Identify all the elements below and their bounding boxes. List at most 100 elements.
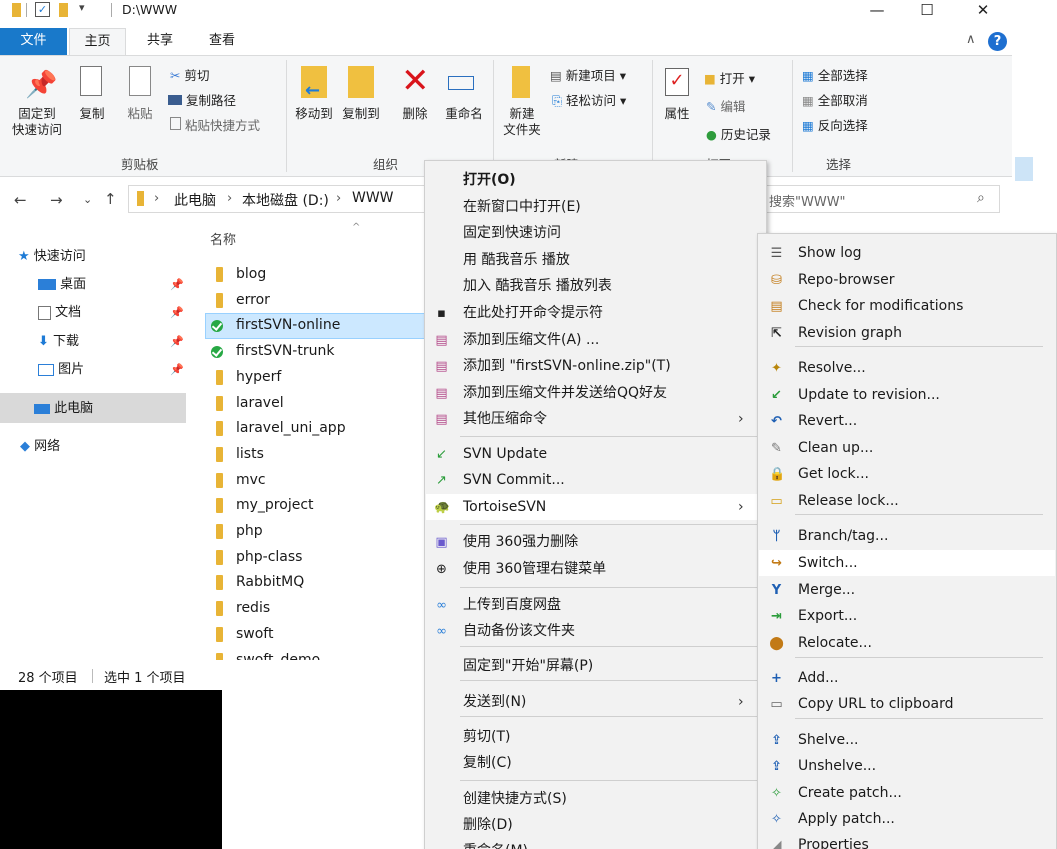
new-folder-icon[interactable] (59, 3, 68, 17)
svn-menu-item[interactable]: ✎ Clean up... (757, 435, 1057, 461)
maximize-button[interactable]: ☐ (904, 0, 950, 22)
checkbox-icon[interactable]: ✓ (35, 2, 50, 17)
minimize-button[interactable]: — (854, 0, 900, 22)
context-menu-item[interactable]: ↙ SVN Update (424, 441, 767, 467)
breadcrumb-this-pc[interactable]: 此电脑 (174, 190, 216, 210)
context-menu-item[interactable]: 创建快捷方式(S) (424, 786, 767, 812)
svn-menu-item[interactable]: + Add... (757, 665, 1057, 691)
context-menu-item[interactable]: 加入 酷我音乐 播放列表 (424, 273, 767, 299)
invert-selection-button[interactable]: ▦ 反向选择 (802, 115, 868, 134)
search-input[interactable]: 搜索"WWW" (769, 191, 846, 210)
open-button[interactable]: ■ 打开 ▾ (704, 68, 755, 87)
svn-menu-item[interactable]: ▭ Copy URL to clipboard (757, 691, 1057, 717)
rename-button[interactable]: 重命名 (440, 62, 488, 126)
file-row[interactable]: php (205, 519, 427, 545)
help-icon[interactable]: ? (988, 32, 1007, 51)
context-menu-item[interactable]: ▣ 使用 360强力删除 (424, 529, 767, 555)
sidebar-item-pictures[interactable]: 图片 📌 (38, 357, 186, 383)
file-row[interactable]: my_project (205, 493, 427, 519)
forward-arrow-icon[interactable]: → (50, 191, 63, 209)
pin-icon[interactable]: 📌 (170, 329, 184, 355)
sidebar-item-network[interactable]: ◆ 网络 (20, 434, 186, 460)
svn-menu-item[interactable]: ↪ Switch... (757, 550, 1057, 576)
context-menu-item[interactable]: 复制(C) (424, 750, 767, 776)
file-row[interactable]: laravel_uni_app (205, 416, 427, 442)
sidebar-item-this-pc[interactable]: 此电脑 (34, 396, 186, 422)
copy-to-button[interactable]: 复制到 (338, 62, 384, 126)
file-row[interactable]: swoft (205, 622, 427, 648)
sidebar-item-downloads[interactable]: ⬇ 下载 📌 (38, 329, 186, 355)
pin-icon[interactable]: 📌 (170, 272, 184, 298)
tab-home[interactable]: 主页 (69, 28, 126, 55)
properties-button[interactable]: ✓ 属性 (657, 62, 697, 126)
svn-menu-item[interactable]: ⇪ Unshelve... (757, 753, 1057, 779)
search-box[interactable]: 搜索"WWW" ⌕ (760, 185, 1000, 213)
svn-menu-item[interactable]: ↙ Update to revision... (757, 382, 1057, 408)
close-button[interactable]: ✕ (960, 0, 1006, 22)
context-menu-item[interactable]: 重命名(M) (424, 838, 767, 849)
context-menu-item[interactable]: 发送到(N) › (424, 689, 767, 715)
delete-button[interactable]: ✕ 删除 (396, 62, 434, 126)
move-to-button[interactable]: ← 移动到 (291, 62, 337, 126)
copy-path-button[interactable]: 复制路径 (168, 90, 236, 109)
collapse-ribbon-icon[interactable]: ∧ (966, 32, 976, 47)
column-header-name[interactable]: 名称 (210, 229, 236, 248)
svn-menu-item[interactable]: ✧ Create patch... (757, 780, 1057, 806)
sidebar-item-quick-access[interactable]: ★ 快速访问 (18, 244, 186, 270)
context-menu-item[interactable]: 固定到快速访问 (424, 220, 767, 246)
context-menu-item[interactable]: 🐢 TortoiseSVN › (424, 494, 767, 520)
svn-menu-item[interactable]: 🔒 Get lock... (757, 461, 1057, 487)
context-menu-item[interactable]: ▤ 添加到压缩文件(A) ... (424, 327, 767, 353)
svn-menu-item[interactable]: ✧ Apply patch... (757, 806, 1057, 832)
svn-menu-item[interactable]: ᛘ Branch/tag... (757, 523, 1057, 549)
svn-menu-item[interactable]: ✦ Resolve... (757, 355, 1057, 381)
context-menu-item[interactable]: ▤ 添加到压缩文件并发送给QQ好友 (424, 380, 767, 406)
paste-button[interactable]: 粘贴 (120, 66, 160, 126)
context-menu-item[interactable]: 删除(D) (424, 812, 767, 838)
svn-menu-item[interactable]: Y Merge... (757, 577, 1057, 603)
breadcrumb-www[interactable]: WWW (352, 190, 394, 206)
sidebar-item-documents[interactable]: 文档 📌 (38, 300, 186, 326)
context-menu-item[interactable]: 剪切(T) (424, 724, 767, 750)
easy-access-button[interactable]: ⎘ 轻松访问 ▾ (552, 90, 626, 109)
new-folder-button[interactable]: 新建 文件夹 (498, 62, 546, 142)
context-menu-item[interactable]: 打开(O) (424, 167, 767, 193)
svn-menu-item[interactable]: ⇱ Revision graph (757, 320, 1057, 346)
paste-shortcut-button[interactable]: 粘贴快捷方式 (170, 115, 260, 134)
tab-file[interactable]: 文件 (0, 28, 67, 55)
svn-menu-item[interactable]: ▭ Release lock... (757, 488, 1057, 514)
context-menu-item[interactable]: 固定到"开始"屏幕(P) (424, 653, 767, 679)
cut-button[interactable]: ✂ 剪切 (170, 65, 209, 84)
edit-button[interactable]: ✎ 编辑 (706, 96, 745, 115)
svn-menu-item[interactable]: ↶ Revert... (757, 408, 1057, 434)
new-item-button[interactable]: ▤ 新建项目 ▾ (550, 65, 626, 84)
context-menu-item[interactable]: ↗ SVN Commit... (424, 467, 767, 493)
context-menu-item[interactable]: ▤ 其他压缩命令 › (424, 406, 767, 432)
context-menu-item[interactable]: 在新窗口中打开(E) (424, 194, 767, 220)
address-bar[interactable]: › 此电脑 › 本地磁盘 (D:) › WWW (128, 185, 428, 213)
tab-share[interactable]: 共享 (133, 28, 187, 55)
pin-icon[interactable]: 📌 (170, 300, 184, 326)
pin-icon[interactable]: 📌 (170, 357, 184, 383)
svn-menu-item[interactable]: ▤ Check for modifications (757, 293, 1057, 319)
history-button[interactable]: ● 历史记录 (706, 124, 771, 143)
context-menu-item[interactable]: ⊕ 使用 360管理右键菜单 (424, 556, 767, 582)
recent-locations-icon[interactable]: ⌄ (83, 193, 92, 206)
file-row[interactable]: RabbitMQ (205, 570, 427, 596)
file-row[interactable]: redis (205, 596, 427, 622)
file-row[interactable]: mvc (205, 468, 427, 494)
tab-view[interactable]: 查看 (195, 28, 249, 55)
file-row[interactable]: firstSVN-online (205, 313, 427, 339)
context-menu-item[interactable]: ▪ 在此处打开命令提示符 (424, 300, 767, 326)
pin-quick-access-button[interactable]: 📌 固定到 快速访问 (8, 66, 66, 146)
svn-menu-item[interactable]: ⇪ Shelve... (757, 727, 1057, 753)
context-menu-item[interactable]: ∞ 自动备份该文件夹 (424, 618, 767, 644)
context-menu-item[interactable]: ▤ 添加到 "firstSVN-online.zip"(T) (424, 353, 767, 379)
breadcrumb-drive-d[interactable]: 本地磁盘 (D:) (242, 190, 329, 210)
file-row[interactable]: blog (205, 262, 427, 288)
up-arrow-icon[interactable]: ↑ (104, 190, 117, 208)
back-arrow-icon[interactable]: ← (14, 191, 27, 209)
file-row[interactable]: php-class (205, 545, 427, 571)
quick-access-dropdown-icon[interactable]: ▾ (79, 1, 85, 14)
sidebar-item-desktop[interactable]: 桌面 📌 (38, 272, 186, 298)
